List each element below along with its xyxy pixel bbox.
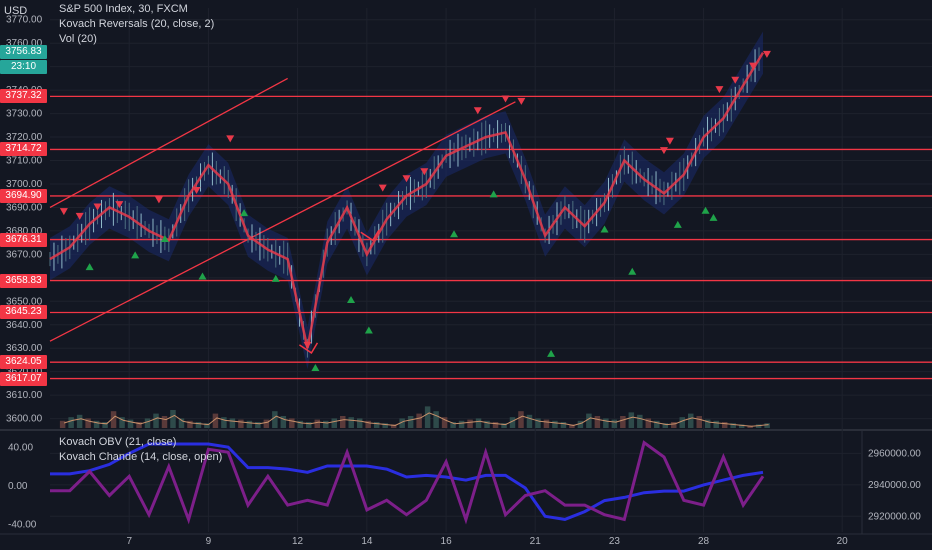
x-tick-label: 12 bbox=[292, 536, 304, 547]
y-tick-label: 3600.00 bbox=[6, 414, 43, 425]
volume-bar bbox=[671, 422, 677, 428]
y-tick-label: 3640.00 bbox=[6, 320, 43, 331]
volume-bar bbox=[331, 418, 337, 428]
y-tick-label: 3710.00 bbox=[6, 156, 43, 167]
volume-bar bbox=[611, 419, 618, 428]
y-tick-label: 3720.00 bbox=[6, 132, 43, 143]
chart-stage: 3770.003760.003750.003740.003730.003720.… bbox=[0, 0, 932, 550]
volume-bar bbox=[721, 422, 728, 428]
volume-bar bbox=[76, 414, 83, 428]
volume-bar bbox=[263, 419, 270, 428]
volume-bar bbox=[373, 422, 380, 428]
volume-bar bbox=[688, 413, 694, 428]
level-price-badge: 3714.72 bbox=[0, 142, 47, 157]
level-price-badge: 3737.32 bbox=[0, 89, 47, 104]
osc-right-tick-label: 2960000.00 bbox=[868, 448, 921, 459]
x-tick-label: 20 bbox=[837, 536, 849, 547]
volume-bar bbox=[586, 413, 592, 428]
level-price-badge: 3694.90 bbox=[0, 188, 47, 203]
volume-bar bbox=[594, 416, 601, 428]
volume-bar bbox=[526, 414, 533, 428]
y-tick-label: 3630.00 bbox=[6, 343, 43, 354]
volume-bar bbox=[306, 422, 312, 428]
volume-bar bbox=[229, 418, 236, 428]
x-tick-label: 14 bbox=[361, 536, 373, 547]
countdown-badge: 23:10 bbox=[0, 60, 47, 74]
x-tick-label: 9 bbox=[206, 536, 212, 547]
volume-bar bbox=[764, 423, 770, 428]
x-tick-label: 21 bbox=[530, 536, 542, 547]
y-tick-label: 3610.00 bbox=[6, 390, 43, 401]
volume-bar bbox=[518, 411, 524, 428]
level-price-badge: 3645.23 bbox=[0, 305, 47, 320]
volume-bar bbox=[696, 416, 702, 428]
volume-bar bbox=[552, 420, 558, 428]
currency-label[interactable]: USD bbox=[4, 5, 44, 17]
volume-bar bbox=[127, 419, 134, 428]
volume-bar bbox=[195, 422, 202, 428]
legend-title[interactable]: S&P 500 Index, 30, FXCM bbox=[59, 3, 188, 15]
volume-bar bbox=[59, 420, 66, 428]
volume-bar bbox=[272, 411, 278, 428]
volume-bar bbox=[637, 414, 643, 428]
osc-left-tick-label: 0.00 bbox=[8, 481, 28, 492]
y-tick-label: 3670.00 bbox=[6, 249, 43, 260]
volume-bar bbox=[170, 410, 176, 428]
volume-bar bbox=[348, 417, 354, 428]
osc-left-tick-label: -40.00 bbox=[8, 519, 37, 530]
volume-bar bbox=[433, 411, 439, 428]
legend-indicator-chande[interactable]: Kovach Chande (14, close, open) bbox=[59, 451, 222, 463]
level-price-badge: 3617.07 bbox=[0, 371, 47, 386]
volume-bar bbox=[407, 416, 414, 428]
volume-bar bbox=[543, 419, 550, 428]
volume-bar bbox=[238, 419, 244, 428]
x-tick-label: 16 bbox=[441, 536, 453, 547]
legend-indicator-obv[interactable]: Kovach OBV (21, close) bbox=[59, 436, 176, 448]
volume-bar bbox=[221, 417, 227, 428]
volume-bar bbox=[603, 418, 609, 428]
osc-left-tick-label: 40.00 bbox=[8, 442, 33, 453]
volume-bar bbox=[314, 419, 321, 428]
legend-indicator-reversals[interactable]: Kovach Reversals (20, close, 2) bbox=[59, 18, 214, 30]
volume-bar bbox=[161, 416, 168, 428]
chart-background bbox=[0, 0, 932, 550]
volume-bar bbox=[356, 418, 363, 428]
volume-bar bbox=[560, 422, 567, 428]
y-tick-label: 3690.00 bbox=[6, 202, 43, 213]
osc-right-tick-label: 2940000.00 bbox=[868, 480, 921, 491]
level-price-badge: 3624.05 bbox=[0, 355, 47, 370]
legend-indicator-volume[interactable]: Vol (20) bbox=[59, 33, 97, 45]
volume-bar bbox=[492, 422, 499, 428]
x-tick-label: 7 bbox=[126, 536, 132, 547]
y-tick-label: 3730.00 bbox=[6, 109, 43, 120]
volume-bar bbox=[323, 420, 329, 428]
volume-bar bbox=[340, 416, 346, 428]
volume-bar bbox=[153, 413, 159, 428]
x-tick-label: 23 bbox=[609, 536, 621, 547]
volume-bar bbox=[424, 406, 431, 428]
volume-bar bbox=[679, 417, 685, 428]
last-price-badge: 3756.83 bbox=[0, 45, 47, 59]
volume-bar bbox=[246, 420, 253, 428]
volume-bar bbox=[289, 418, 295, 428]
volume-bar bbox=[620, 416, 626, 428]
volume-bar bbox=[467, 419, 473, 428]
volume-bar bbox=[255, 422, 261, 428]
osc-right-tick-label: 2920000.00 bbox=[868, 511, 921, 522]
volume-bar bbox=[416, 413, 422, 428]
volume-bar bbox=[713, 420, 719, 428]
level-price-badge: 3658.83 bbox=[0, 273, 47, 288]
level-price-badge: 3676.31 bbox=[0, 232, 47, 247]
volume-bar bbox=[458, 420, 465, 428]
volume-bar bbox=[68, 417, 74, 428]
volume-bar bbox=[628, 412, 635, 428]
volume-bar bbox=[475, 418, 482, 428]
chart-svg[interactable]: 3770.003760.003750.003740.003730.003720.… bbox=[0, 0, 932, 550]
volume-bar bbox=[144, 418, 151, 428]
x-tick-label: 28 bbox=[698, 536, 710, 547]
